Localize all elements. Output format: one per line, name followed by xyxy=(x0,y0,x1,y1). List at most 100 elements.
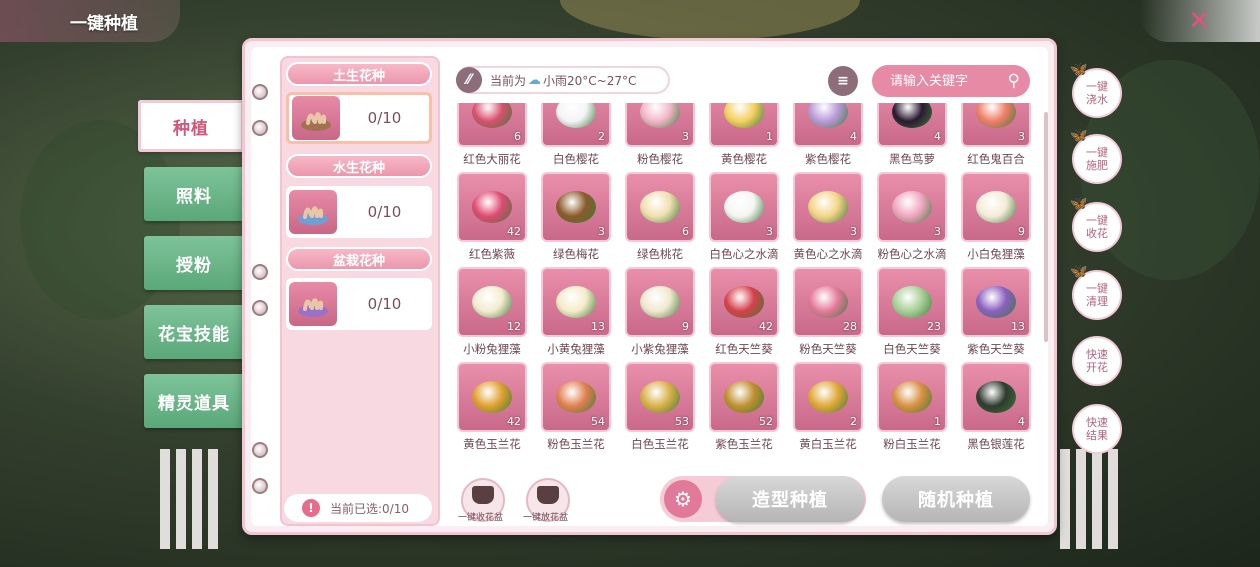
random-plant-button[interactable]: 随机种植 xyxy=(882,476,1030,522)
quick-clean-button[interactable]: 🦋 一键清理 xyxy=(1070,265,1122,320)
flower-item[interactable]: 42 红色紫薇 xyxy=(450,172,534,267)
settings-button[interactable]: ⚙ xyxy=(664,480,702,518)
flower-tile[interactable]: 42 xyxy=(457,362,527,432)
flower-item[interactable]: 3 白色心之水滴 xyxy=(702,172,786,267)
seed-count: 0/10 xyxy=(367,203,402,221)
flower-name: 白色心之水滴 xyxy=(709,247,779,261)
flower-tile[interactable]: 2 xyxy=(793,362,863,432)
flower-item[interactable]: 13 紫色天竺葵 xyxy=(954,267,1038,362)
flower-name: 黄白玉兰花 xyxy=(799,437,857,451)
shape-plant-button[interactable]: 造型种植 xyxy=(716,476,864,522)
flower-item[interactable]: 4 黑色茑萝 xyxy=(870,103,954,172)
quick-fertilize-button[interactable]: 🦋 一键施肥 xyxy=(1070,129,1122,184)
flower-tile[interactable]: 4 xyxy=(793,103,863,147)
tab-spirit-items[interactable]: 精灵道具 xyxy=(144,374,244,428)
flower-item[interactable]: 4 黑色银莲花 xyxy=(954,362,1038,457)
tab-pollination[interactable]: 授粉 xyxy=(144,236,244,290)
flower-item[interactable]: 1 黄色樱花 xyxy=(702,103,786,172)
flower-tile[interactable]: 12 xyxy=(457,267,527,337)
flower-name: 小黄兔狸藻 xyxy=(547,342,605,356)
tab-care[interactable]: 照料 xyxy=(144,167,244,221)
flower-tile[interactable]: 4 xyxy=(961,362,1031,432)
flower-tile[interactable]: 6 xyxy=(457,103,527,147)
quick-fruit-button[interactable]: 快速结果 xyxy=(1072,404,1122,454)
flower-tile[interactable]: 42 xyxy=(709,267,779,337)
flower-name: 白色玉兰花 xyxy=(631,437,689,451)
flower-close-icon[interactable]: ✕ xyxy=(1188,6,1210,36)
flower-name: 粉色玉兰花 xyxy=(547,437,605,451)
flower-tile[interactable]: 6 xyxy=(625,172,695,242)
flower-item[interactable]: 23 白色天竺葵 xyxy=(870,267,954,362)
flower-tile[interactable]: 3 xyxy=(709,172,779,242)
flower-tile[interactable]: 9 xyxy=(625,267,695,337)
search-box[interactable]: ⚲ xyxy=(872,65,1030,97)
flower-tile[interactable]: 52 xyxy=(709,362,779,432)
flower-tile[interactable]: 4 xyxy=(877,103,947,147)
tab-planting[interactable]: 种植 xyxy=(138,100,244,152)
flower-item[interactable]: 3 粉色心之水滴 xyxy=(870,172,954,267)
flower-tile[interactable]: 3 xyxy=(961,103,1031,147)
flower-tile[interactable]: 2 xyxy=(541,103,611,147)
flower-item[interactable]: 42 黄色玉兰花 xyxy=(450,362,534,457)
flower-item[interactable]: 42 红色天竺葵 xyxy=(702,267,786,362)
flower-item[interactable]: 54 粉色玉兰花 xyxy=(534,362,618,457)
flower-tile[interactable]: 23 xyxy=(877,267,947,337)
flower-tile[interactable]: 3 xyxy=(625,103,695,147)
garden-fence xyxy=(1060,449,1120,549)
quick-harvest-button[interactable]: 🦋 一键收花 xyxy=(1070,197,1122,252)
flower-item[interactable]: 53 白色玉兰花 xyxy=(618,362,702,457)
flower-tile[interactable]: 3 xyxy=(793,172,863,242)
flower-tile[interactable]: 13 xyxy=(541,267,611,337)
flower-count: 1 xyxy=(934,415,941,428)
sort-icon[interactable]: ≡ xyxy=(837,73,849,89)
flower-item[interactable]: 3 黄色心之水滴 xyxy=(786,172,870,267)
flower-item[interactable]: 1 粉白玉兰花 xyxy=(870,362,954,457)
flower-tile[interactable]: 54 xyxy=(541,362,611,432)
flower-tile[interactable]: 3 xyxy=(877,172,947,242)
close-button[interactable]: ✕ xyxy=(1140,0,1260,42)
flower-tile[interactable]: 42 xyxy=(457,172,527,242)
flower-item[interactable]: 3 绿色梅花 xyxy=(534,172,618,267)
flower-count: 54 xyxy=(591,415,605,428)
gear-icon[interactable]: ⚙ xyxy=(674,487,692,511)
flower-count: 42 xyxy=(759,320,773,333)
flower-item[interactable]: 9 小紫兔狸藻 xyxy=(618,267,702,362)
flower-tile[interactable]: 13 xyxy=(961,267,1031,337)
flower-item[interactable]: 6 绿色桃花 xyxy=(618,172,702,267)
flower-name: 白色樱花 xyxy=(553,152,599,166)
flower-item[interactable]: 9 小白兔狸藻 xyxy=(954,172,1038,267)
flower-item[interactable]: 6 红色大丽花 xyxy=(450,103,534,172)
flower-item[interactable]: 13 小黄兔狸藻 xyxy=(534,267,618,362)
flower-item[interactable]: 12 小粉兔狸藻 xyxy=(450,267,534,362)
flower-item[interactable]: 52 紫色玉兰花 xyxy=(702,362,786,457)
flower-tile[interactable]: 28 xyxy=(793,267,863,337)
seed-card-potted[interactable]: 0/10 xyxy=(286,278,432,330)
flower-seed-icon xyxy=(472,103,512,128)
quick-bloom-button[interactable]: 快速开花 xyxy=(1072,336,1122,386)
grid-scrollbar[interactable] xyxy=(1044,112,1048,342)
flower-count: 4 xyxy=(934,130,941,143)
flower-count: 28 xyxy=(843,320,857,333)
slash-toggle-icon[interactable]: ⁄⁄ xyxy=(456,67,482,93)
flower-item[interactable]: 4 紫色樱花 xyxy=(786,103,870,172)
flower-item[interactable]: 2 白色樱花 xyxy=(534,103,618,172)
flower-item[interactable]: 3 红色鬼百合 xyxy=(954,103,1038,172)
search-icon[interactable]: ⚲ xyxy=(1008,71,1020,91)
tab-flower-pet-skill[interactable]: 花宝技能 xyxy=(144,305,244,359)
butterfly-icon: 🦋 xyxy=(1070,196,1088,212)
flower-name: 红色紫薇 xyxy=(469,247,515,261)
flower-tile[interactable]: 3 xyxy=(541,172,611,242)
quick-water-button[interactable]: 🦋 一键浇水 xyxy=(1070,63,1122,118)
flower-tile[interactable]: 1 xyxy=(877,362,947,432)
flower-tile[interactable]: 53 xyxy=(625,362,695,432)
sort-button[interactable]: ≡ xyxy=(828,66,858,96)
seed-card-soil[interactable]: 0/10 xyxy=(286,92,432,144)
flower-item[interactable]: 3 粉色樱花 xyxy=(618,103,702,172)
flower-item[interactable]: 2 黄白玉兰花 xyxy=(786,362,870,457)
flower-tile[interactable]: 1 xyxy=(709,103,779,147)
flower-tile[interactable]: 9 xyxy=(961,172,1031,242)
flower-item[interactable]: 28 粉色天竺葵 xyxy=(786,267,870,362)
search-input[interactable] xyxy=(890,73,1000,89)
seed-card-water[interactable]: 0/10 xyxy=(286,186,432,238)
flower-count: 3 xyxy=(766,225,773,238)
